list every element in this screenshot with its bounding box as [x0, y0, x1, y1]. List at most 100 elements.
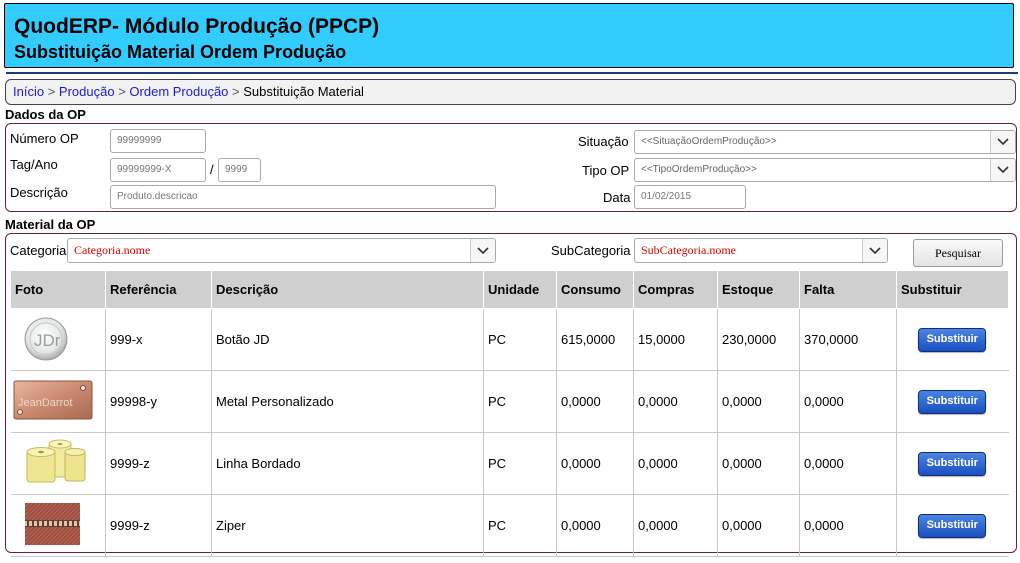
action-cell: Substituir — [896, 370, 1009, 433]
thread-spools-photo — [26, 439, 85, 483]
unidade-cell: PC — [483, 494, 557, 557]
consumo-cell: 0,0000 — [556, 370, 634, 433]
unidade-cell: PC — [483, 370, 557, 433]
action-cell: Substituir — [896, 432, 1009, 495]
breadcrumb-current: Substituição Material — [243, 84, 364, 99]
column-header-unidade: Unidade — [483, 270, 557, 309]
falta-cell: 370,0000 — [799, 308, 897, 371]
falta-cell: 0,0000 — [799, 432, 897, 495]
unidade-cell: PC — [483, 308, 557, 371]
header-divider — [6, 72, 1018, 74]
tipo-op-label: Tipo OP — [582, 163, 630, 178]
substituir-button[interactable]: Substituir — [918, 451, 987, 476]
column-header-descricao: Descrição — [211, 270, 484, 309]
photo-cell — [10, 494, 106, 557]
descricao-cell: Metal Personalizado — [211, 370, 484, 433]
column-header-foto: Foto — [10, 270, 106, 309]
referencia-cell: 999-x — [105, 308, 212, 371]
estoque-cell: 230,0000 — [717, 308, 800, 371]
data-label: Data — [603, 190, 631, 205]
breadcrumb-separator: > — [47, 84, 56, 99]
table-header-row: Foto Referência Descrição Unidade Consum… — [10, 270, 1009, 309]
categoria-select[interactable]: Categoria.nome — [67, 238, 496, 263]
descricao-cell: Botão JD — [211, 308, 484, 371]
referencia-cell: 9999-z — [105, 432, 212, 495]
consumo-cell: 0,0000 — [556, 432, 634, 495]
table-row: 9999-z Linha Bordado PC 0,0000 0,0000 0,… — [10, 432, 1009, 495]
app-header: QuodERP- Módulo Produção (PPCP) Substitu… — [4, 3, 1014, 68]
breadcrumb-link-producao[interactable]: Produção — [59, 84, 115, 99]
column-header-estoque: Estoque — [717, 270, 800, 309]
photo-cell: JDr — [10, 308, 106, 371]
ano-input[interactable]: 9999 — [218, 158, 261, 182]
subcategoria-select[interactable]: SubCategoria.nome — [634, 238, 888, 263]
referencia-cell: 99998-y — [105, 370, 212, 433]
photo-cell: JeanDarrot — [10, 370, 106, 433]
metal-plate-photo: JeanDarrot — [13, 380, 92, 420]
situacao-label: Situação — [578, 134, 629, 149]
chevron-down-icon[interactable] — [990, 159, 1015, 181]
tag-ano-label: Tag/Ano — [10, 157, 58, 172]
categoria-label: Categoria — [10, 243, 67, 258]
breadcrumb-separator: > — [118, 84, 126, 99]
table-row: JDr 999-x Botão JD PC 615,0000 15,0000 2… — [10, 308, 1009, 371]
breadcrumb-link-inicio[interactable]: Início — [13, 84, 44, 99]
substituir-button[interactable]: Substituir — [918, 389, 987, 414]
page-subtitle: Substituição Material Ordem Produção — [14, 42, 347, 62]
column-header-compras: Compras — [633, 270, 718, 309]
situacao-select[interactable]: <<SituaçãoOrdemProdução>> — [634, 130, 1016, 154]
compras-cell: 15,0000 — [633, 308, 718, 371]
tag-input[interactable]: 99999999-X — [110, 158, 206, 182]
tipo-op-value: <<TipoOrdemProdução>> — [641, 164, 757, 175]
pesquisar-button[interactable]: Pesquisar — [913, 239, 1003, 267]
section-title-material-op: Material da OP — [5, 217, 96, 232]
descricao-cell: Ziper — [211, 494, 484, 557]
subcategoria-value: SubCategoria.nome — [641, 243, 736, 257]
referencia-cell: 9999-z — [105, 494, 212, 557]
tipo-op-select[interactable]: <<TipoOrdemProdução>> — [634, 158, 1016, 182]
jd-button-photo: JDr — [24, 317, 67, 361]
falta-cell: 0,0000 — [799, 494, 897, 557]
column-header-falta: Falta — [799, 270, 897, 309]
app-title: QuodERP- Módulo Produção (PPCP) — [14, 15, 380, 38]
column-header-consumo: Consumo — [556, 270, 634, 309]
action-cell: Substituir — [896, 308, 1009, 371]
compras-cell: 0,0000 — [633, 370, 718, 433]
falta-cell: 0,0000 — [799, 370, 897, 433]
consumo-cell: 0,0000 — [556, 494, 634, 557]
data-input[interactable]: 01/02/2015 — [634, 185, 746, 209]
column-header-substituir: Substituir — [896, 270, 1009, 309]
zipper-photo — [24, 503, 80, 545]
numero-op-input[interactable]: 99999999 — [110, 129, 206, 153]
estoque-cell: 0,0000 — [717, 494, 800, 557]
section-title-dados-op: Dados da OP — [5, 107, 86, 122]
descricao-label: Descrição — [10, 185, 68, 200]
substituir-button[interactable]: Substituir — [918, 513, 987, 538]
situacao-value: <<SituaçãoOrdemProdução>> — [641, 136, 777, 147]
descricao-input[interactable]: Produto.descricao — [110, 185, 496, 209]
chevron-down-icon[interactable] — [470, 239, 495, 262]
breadcrumb: Início > Produção > Ordem Produção > Sub… — [5, 79, 1016, 105]
compras-cell: 0,0000 — [633, 494, 718, 557]
estoque-cell: 0,0000 — [717, 370, 800, 433]
svg-text:JDr: JDr — [34, 331, 61, 350]
breadcrumb-link-ordem-producao[interactable]: Ordem Produção — [129, 84, 228, 99]
categoria-value: Categoria.nome — [74, 243, 151, 257]
action-cell: Substituir — [896, 494, 1009, 557]
chevron-down-icon[interactable] — [990, 131, 1015, 153]
consumo-cell: 615,0000 — [556, 308, 634, 371]
substituir-button[interactable]: Substituir — [918, 327, 987, 352]
photo-cell — [10, 432, 106, 495]
metal-plate-engraving: JeanDarrot — [18, 397, 72, 409]
table-row: 9999-z Ziper PC 0,0000 0,0000 0,0000 0,0… — [10, 494, 1009, 557]
estoque-cell: 0,0000 — [717, 432, 800, 495]
column-header-referencia: Referência — [105, 270, 212, 309]
chevron-down-icon[interactable] — [862, 239, 887, 262]
compras-cell: 0,0000 — [633, 432, 718, 495]
subcategoria-label: SubCategoria — [551, 243, 631, 258]
numero-op-label: Número OP — [10, 131, 79, 146]
descricao-cell: Linha Bordado — [211, 432, 484, 495]
breadcrumb-separator: > — [232, 84, 240, 99]
tag-ano-separator: / — [210, 162, 214, 177]
table-row: JeanDarrot 99998-y Metal Personalizado P… — [10, 370, 1009, 433]
